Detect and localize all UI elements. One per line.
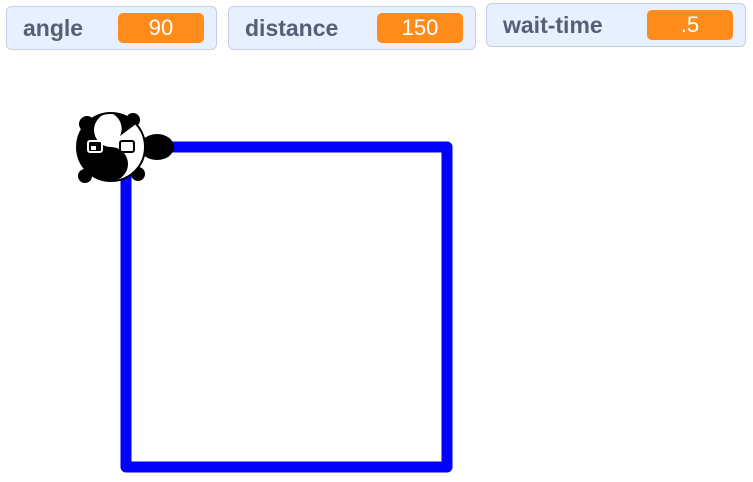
stage-canvas[interactable]: angle 90 distance 150 wait-time .5 <box>0 0 753 482</box>
panda-sprite-icon[interactable] <box>76 112 174 183</box>
pen-drawing-layer <box>76 112 453 473</box>
pen-square-path <box>120 141 453 473</box>
